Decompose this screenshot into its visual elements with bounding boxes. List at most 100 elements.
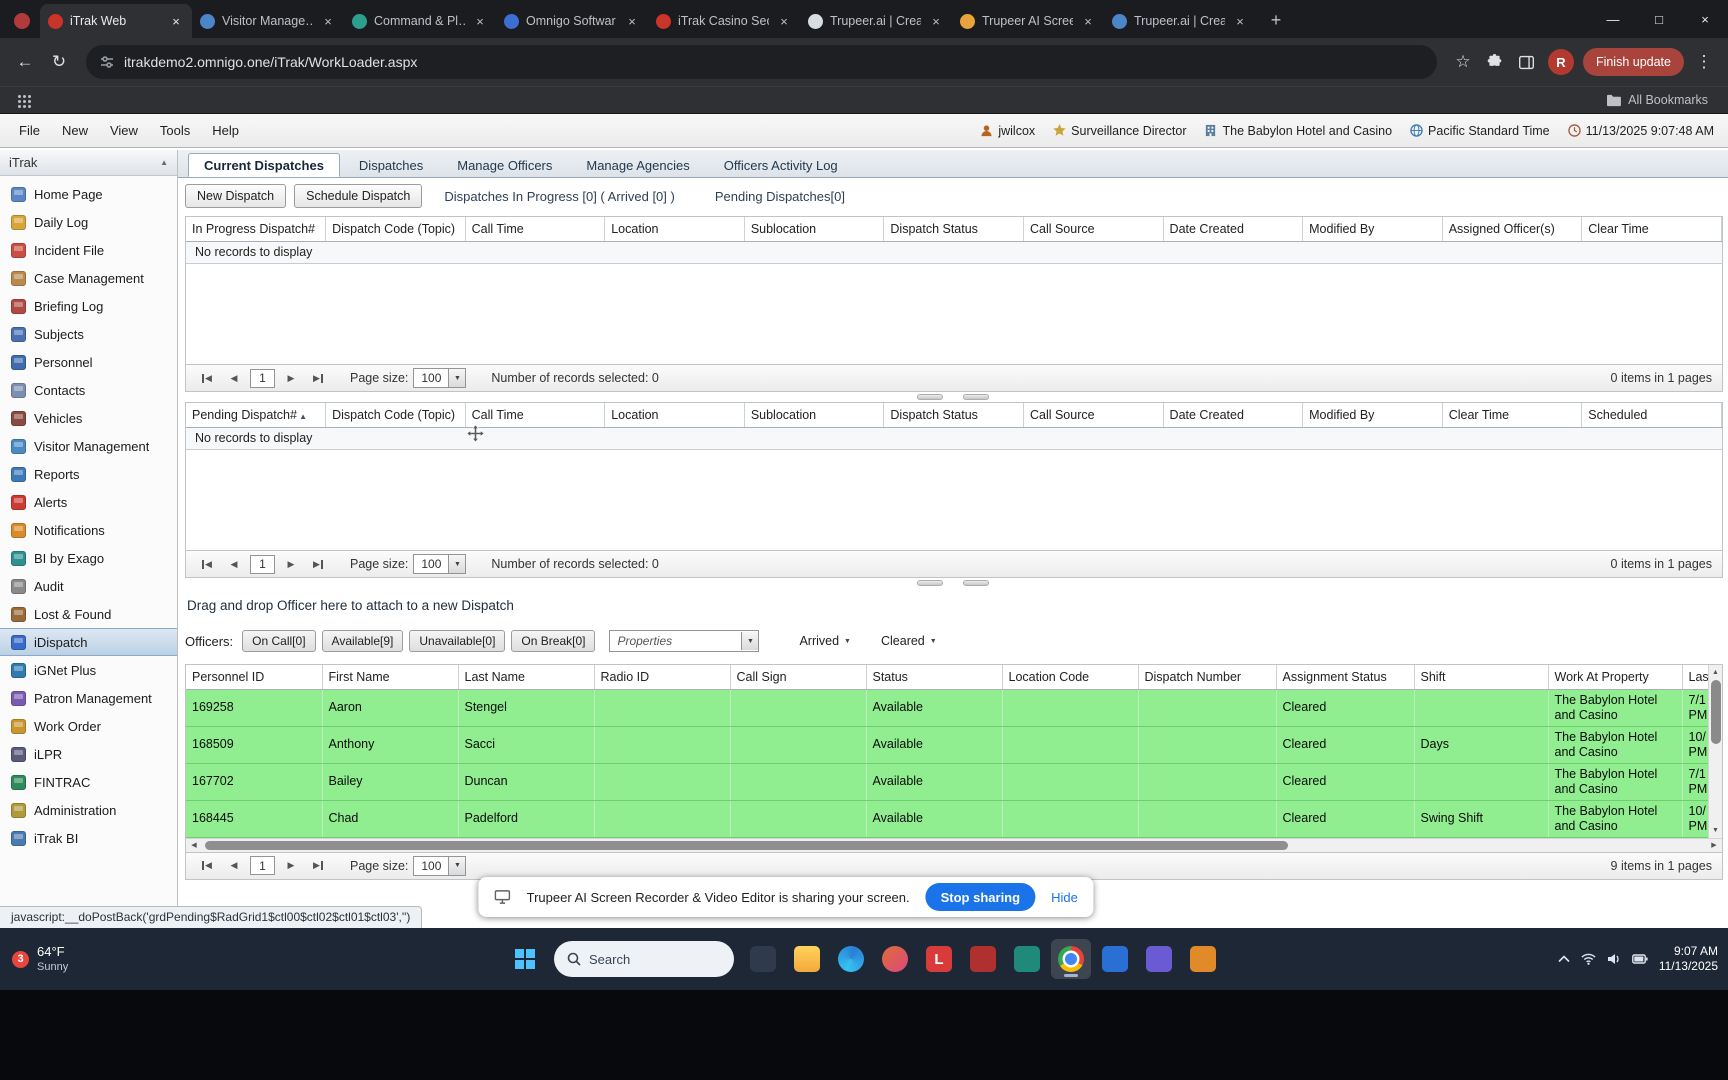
url-text[interactable]: itrakdemo2.omnigo.one/iTrak/WorkLoader.a… <box>124 54 417 70</box>
scroll-left-icon[interactable]: ◀ <box>186 841 202 849</box>
column-header[interactable]: Scheduled <box>1582 403 1722 427</box>
pager-first-button[interactable]: ◀ <box>196 856 218 876</box>
column-header[interactable]: Shift <box>1414 665 1548 689</box>
hide-link[interactable]: Hide <box>1051 890 1078 905</box>
new-dispatch-button[interactable]: New Dispatch <box>185 184 286 208</box>
dispatches-in-progress-summary[interactable]: Dispatches In Progress [0] ( Arrived [0]… <box>444 189 674 204</box>
sidebar-item[interactable]: Alerts <box>0 488 177 516</box>
sidebar-item[interactable]: Contacts <box>0 376 177 404</box>
browser-menu-icon[interactable] <box>14 13 30 29</box>
sidebar-item[interactable]: iTrak BI <box>0 824 177 852</box>
officers-vertical-scrollbar[interactable]: ▲ ▼ <box>1708 665 1722 838</box>
window-minimize-button[interactable]: — <box>1590 0 1636 38</box>
column-header[interactable]: Assigned Officer(s) <box>1442 217 1582 241</box>
sidebar-item[interactable]: Reports <box>0 460 177 488</box>
tray-chevron-up-icon[interactable] <box>1558 955 1570 963</box>
menu-item[interactable]: Help <box>201 123 250 138</box>
pager-last-button[interactable]: ▶ <box>307 554 329 574</box>
pager-prev-button[interactable]: ◀ <box>223 856 245 876</box>
splitter-gripper[interactable] <box>178 580 1728 586</box>
sidebar-item[interactable]: iDispatch <box>0 628 177 656</box>
browser-tab[interactable]: Omnigo Softwar… × <box>496 4 648 38</box>
column-header[interactable]: Radio ID <box>594 665 730 689</box>
column-header[interactable]: Location Code <box>1002 665 1138 689</box>
bookmark-star-icon[interactable]: ☆ <box>1447 46 1479 78</box>
teal-app-icon[interactable] <box>1007 939 1047 979</box>
column-header[interactable]: Call Time <box>465 217 605 241</box>
l-app-icon[interactable]: L <box>919 939 959 979</box>
sidebar-item[interactable]: Patron Management <box>0 684 177 712</box>
pending-dispatches-summary[interactable]: Pending Dispatches[0] <box>715 189 845 204</box>
sidebar-item[interactable]: Visitor Management <box>0 432 177 460</box>
module-tab[interactable]: Manage Agencies <box>571 153 704 177</box>
reload-button[interactable]: ↻ <box>42 45 76 79</box>
all-bookmarks-button[interactable]: All Bookmarks <box>1606 93 1718 107</box>
scrollbar-thumb[interactable] <box>1711 680 1721 744</box>
pager-next-button[interactable]: ▶ <box>280 856 302 876</box>
browser-tab[interactable]: Trupeer AI Scree… × <box>952 4 1104 38</box>
dropdown-arrow-icon[interactable]: ▼ <box>448 555 465 573</box>
menu-item[interactable]: File <box>8 123 51 138</box>
scrollbar-thumb[interactable] <box>205 841 1288 850</box>
pen-app-icon[interactable] <box>1183 939 1223 979</box>
officer-filter-button[interactable]: Available[9] <box>322 630 404 652</box>
browser-tab[interactable]: Trupeer.ai | Crea… × <box>1104 4 1256 38</box>
page-number-box[interactable]: 1 <box>250 369 275 388</box>
sidebar-item[interactable]: Lost & Found <box>0 600 177 628</box>
task-view-icon[interactable] <box>743 939 783 979</box>
column-header[interactable]: Sublocation <box>744 217 884 241</box>
table-row[interactable]: 168509AnthonySacciAvailableClearedDaysTh… <box>186 726 1708 763</box>
browser-tab[interactable]: Command & Pl… × <box>344 4 496 38</box>
officers-horizontal-scrollbar[interactable]: ◀ ▶ <box>186 838 1722 852</box>
page-number-box[interactable]: 1 <box>250 555 275 574</box>
tab-close-icon[interactable]: × <box>624 13 640 29</box>
scroll-up-icon[interactable]: ▲ <box>1712 665 1719 679</box>
extensions-puzzle-icon[interactable] <box>1479 46 1511 78</box>
column-header[interactable]: Last Name <box>458 665 594 689</box>
cleared-dropdown[interactable]: Cleared▼ <box>881 634 937 648</box>
column-header[interactable]: Pending Dispatch# ▲ <box>186 403 326 427</box>
column-header[interactable]: Assignment Status <box>1276 665 1414 689</box>
column-header[interactable]: Clear Time <box>1442 403 1582 427</box>
sidebar-item[interactable]: Vehicles <box>0 404 177 432</box>
column-header[interactable]: First Name <box>322 665 458 689</box>
new-tab-button[interactable]: + <box>1262 6 1290 34</box>
tab-close-icon[interactable]: × <box>1080 13 1096 29</box>
page-size-dropdown[interactable]: 100 ▼ <box>413 368 466 388</box>
pager-last-button[interactable]: ▶ <box>307 856 329 876</box>
table-row[interactable]: 168445ChadPadelfordAvailableClearedSwing… <box>186 800 1708 837</box>
module-tab[interactable]: Officers Activity Log <box>709 153 853 177</box>
pager-prev-button[interactable]: ◀ <box>223 554 245 574</box>
column-header[interactable]: Dispatch Code (Topic) <box>326 217 466 241</box>
sidebar-item[interactable]: FINTRAC <box>0 768 177 796</box>
side-panel-icon[interactable] <box>1511 46 1543 78</box>
arrived-dropdown[interactable]: Arrived▼ <box>799 634 851 648</box>
battery-icon[interactable] <box>1632 954 1648 964</box>
sidebar-item[interactable]: iLPR <box>0 740 177 768</box>
outlook-icon[interactable] <box>1095 939 1135 979</box>
tab-close-icon[interactable]: × <box>168 13 184 29</box>
window-maximize-button[interactable]: □ <box>1636 0 1682 38</box>
tab-close-icon[interactable]: × <box>928 13 944 29</box>
address-bar[interactable]: itrakdemo2.omnigo.one/iTrak/WorkLoader.a… <box>86 45 1437 79</box>
tune-icon[interactable] <box>99 54 115 70</box>
stop-sharing-button[interactable]: Stop sharing <box>926 883 1035 911</box>
column-header[interactable]: Call Time <box>465 403 605 427</box>
tab-close-icon[interactable]: × <box>776 13 792 29</box>
column-header[interactable]: In Progress Dispatch# <box>186 217 326 241</box>
taskbar-clock[interactable]: 9:07 AM 11/13/2025 <box>1659 944 1718 974</box>
column-header[interactable]: Modified By <box>1303 217 1443 241</box>
window-close-button[interactable]: × <box>1682 0 1728 38</box>
sidebar-item[interactable]: Personnel <box>0 348 177 376</box>
page-number-box[interactable]: 1 <box>250 856 275 875</box>
search-input[interactable]: Search <box>554 941 734 977</box>
finish-update-button[interactable]: Finish update <box>1583 48 1684 76</box>
scroll-right-icon[interactable]: ▶ <box>1706 841 1722 849</box>
column-header[interactable]: Work At Property <box>1548 665 1682 689</box>
sidebar-item[interactable]: Case Management <box>0 264 177 292</box>
pager-last-button[interactable]: ▶ <box>307 368 329 388</box>
file-explorer-icon[interactable] <box>787 939 827 979</box>
browser-menu-dots-icon[interactable]: ⋮ <box>1688 46 1720 78</box>
browser-tab[interactable]: Trupeer.ai | Crea… × <box>800 4 952 38</box>
dropdown-arrow-icon[interactable]: ▼ <box>448 857 465 875</box>
